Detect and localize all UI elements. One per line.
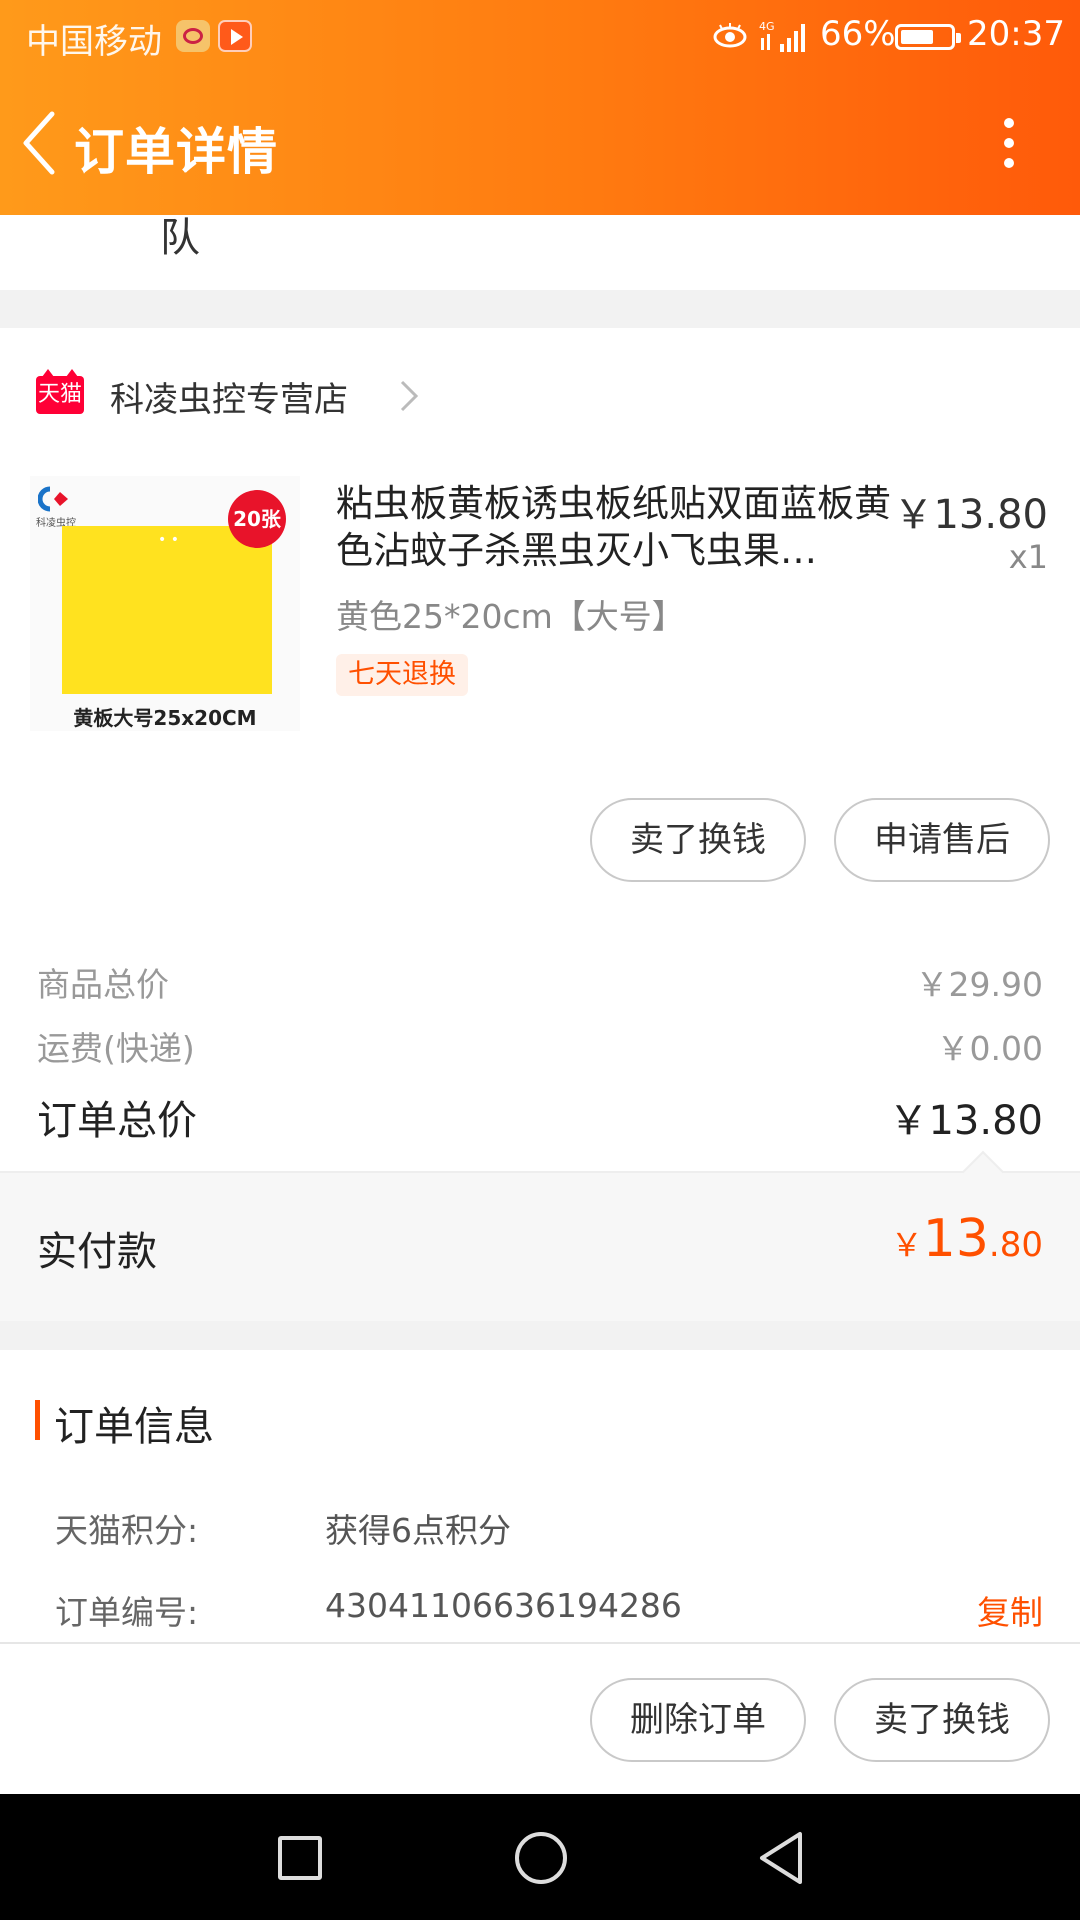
paid-amount: ￥13.80: [891, 1209, 1043, 1269]
shipping-value: ￥0.00: [936, 1029, 1043, 1068]
nav-back-icon[interactable]: [756, 1830, 806, 1886]
goods-total-value: ￥29.90: [915, 965, 1043, 1004]
order-total-value: ￥13.80: [888, 1098, 1043, 1144]
recents-icon[interactable]: [278, 1836, 322, 1880]
order-info-title: 订单信息: [54, 1404, 214, 1450]
copy-button[interactable]: 复制: [977, 1586, 1043, 1634]
previous-section-remainder: 队: [0, 215, 1080, 290]
order-info-section: 订单信息 天猫积分: 获得6点积分 订单编号: 4304110663619428…: [0, 1350, 1080, 1642]
back-arrow-icon[interactable]: [20, 110, 56, 176]
app-header: 中国移动 4G 66% 20:37 订单详情: [0, 0, 1080, 215]
brand-logo-icon: [38, 486, 68, 512]
carrier-name: 中国移动: [26, 22, 162, 62]
clock: 20:37: [967, 14, 1065, 54]
after-sale-button[interactable]: 申请售后: [834, 798, 1050, 882]
shipping-label: 运费(快递): [37, 1029, 195, 1068]
board-holes: • •: [158, 532, 179, 548]
caret-up-icon: [961, 1150, 1005, 1194]
shop-name-link[interactable]: 科凌虫控专营店: [110, 372, 348, 421]
goods-total-label: 商品总价: [37, 965, 169, 1004]
paid-integer: 13: [922, 1209, 989, 1269]
page-title: 订单详情: [74, 123, 278, 181]
system-nav-bar: [0, 1794, 1080, 1920]
product-thumbnail[interactable]: 科凌虫控 • • 20张 黄板大号25x20CM: [30, 476, 300, 731]
battery-percent: 66%: [820, 14, 896, 54]
paid-amount-box: 实付款 ￥13.80: [0, 1150, 1080, 1321]
order-number-label: 订单编号:: [55, 1593, 199, 1632]
more-menu-icon[interactable]: [1000, 118, 1018, 174]
battery-icon: [895, 24, 961, 50]
eye-comfort-icon: [713, 23, 747, 48]
order-number-value: 43041106636194286: [325, 1586, 682, 1625]
paid-label: 实付款: [37, 1229, 157, 1275]
bottom-action-bar: 删除订单 卖了换钱: [0, 1642, 1080, 1794]
signal-icon: 4G: [759, 20, 805, 52]
delete-order-button[interactable]: 删除订单: [590, 1678, 806, 1762]
chevron-right-icon[interactable]: [398, 378, 420, 414]
product-price: ￥13.80: [893, 492, 1048, 538]
return-policy-badge: 七天退换: [336, 654, 468, 696]
quantity-badge: 20张: [228, 490, 286, 548]
app-notification-icon: [176, 20, 210, 52]
product-quantity: x1: [1008, 538, 1048, 576]
home-icon[interactable]: [515, 1832, 567, 1884]
video-app-icon: [218, 20, 252, 52]
points-label: 天猫积分:: [55, 1511, 199, 1550]
image-caption: 黄板大号25x20CM: [73, 706, 257, 730]
cut-off-text: 队: [160, 215, 200, 261]
network-type-label: 4G: [759, 20, 775, 33]
paid-decimal: .80: [988, 1225, 1043, 1265]
sell-button[interactable]: 卖了换钱: [590, 798, 806, 882]
tmall-logo-icon: 天猫: [36, 369, 84, 414]
paid-currency: ￥: [890, 1226, 923, 1264]
product-title[interactable]: 粘虫板黄板诱虫板纸贴双面蓝板黄色沾蚊子杀黑虫灭小飞虫果…: [336, 480, 896, 574]
order-item-card: 天猫 科凌虫控专营店 科凌虫控 • • 20张 黄板大号25x20CM 粘虫板黄…: [0, 328, 1080, 1321]
section-accent-bar: [35, 1400, 40, 1440]
points-value: 获得6点积分: [325, 1511, 511, 1550]
yellow-board-image: [62, 526, 272, 694]
status-bar: 中国移动 4G 66% 20:37: [0, 0, 1080, 75]
product-sku: 黄色25*20cm【大号】: [336, 597, 685, 636]
order-total-label: 订单总价: [37, 1098, 197, 1144]
sell-button-bottom[interactable]: 卖了换钱: [834, 1678, 1050, 1762]
